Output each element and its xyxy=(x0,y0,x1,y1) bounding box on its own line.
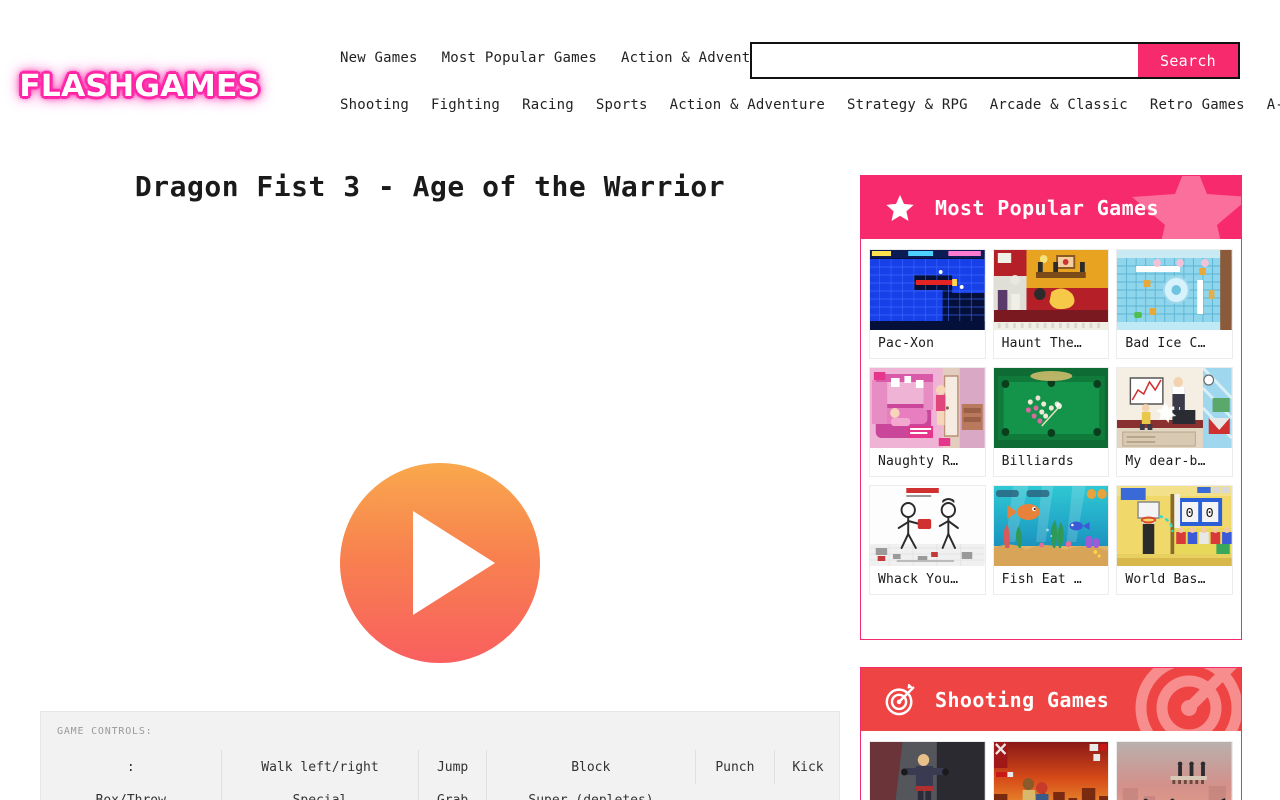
control-action: Block xyxy=(486,750,696,784)
main-navigation: Shooting Fighting Racing Sports Action &… xyxy=(340,97,1280,113)
control-action: Super (depletes) xyxy=(486,784,695,800)
game-card-label: Whack You… xyxy=(878,572,959,587)
nav-item-strategy-rpg[interactable]: Strategy & RPG xyxy=(847,97,968,113)
game-card-label: Haunt The… xyxy=(1001,336,1082,351)
control-action: Grab xyxy=(418,784,487,800)
game-card[interactable] xyxy=(1116,741,1233,800)
logo-text: FLASHGAMES xyxy=(19,68,261,104)
game-thumbnail-grid: Pac-Xon Haunt The… Bad Ice C… Naughty R…… xyxy=(861,239,1241,609)
nav-item-sports[interactable]: Sports xyxy=(596,97,648,113)
game-card[interactable]: Pac-Xon xyxy=(869,249,986,359)
game-controls-label: GAME CONTROLS: xyxy=(57,726,153,737)
svg-text:0: 0 xyxy=(1206,507,1214,522)
star-icon xyxy=(883,191,917,225)
game-card[interactable]: Haunt The… xyxy=(992,249,1110,359)
game-card-label: My dear-b… xyxy=(1125,454,1206,469)
control-action: Special xyxy=(221,784,420,800)
control-key: : xyxy=(41,750,222,784)
panel-most-popular-games: Most Popular Games Pac-Xon Haunt The… Ba… xyxy=(860,175,1242,640)
game-card[interactable]: Fish Eat … xyxy=(992,485,1110,595)
game-card-label: Billiards xyxy=(1001,454,1074,469)
search-button[interactable]: Search xyxy=(1138,44,1238,77)
game-controls-panel: GAME CONTROLS: : Walk left/right Jump Bl… xyxy=(40,711,840,800)
game-thumbnail-fish-eat-fish xyxy=(993,486,1109,566)
game-card[interactable]: Bad Ice C… xyxy=(1116,249,1233,359)
svg-text:0: 0 xyxy=(1186,507,1194,522)
panel-header: Most Popular Games xyxy=(861,176,1241,239)
game-thumbnail-pac-xon xyxy=(870,250,985,330)
site-logo[interactable]: FLASHGAMES xyxy=(20,63,261,109)
game-thumbnail-bad-ice-cream xyxy=(1117,250,1232,330)
game-controls-table: : Walk left/right Jump Block Punch Kick … xyxy=(41,750,839,800)
game-thumbnail-grid xyxy=(861,731,1241,800)
control-action: Walk left/right xyxy=(221,750,420,784)
search-input[interactable] xyxy=(752,44,1138,77)
nav-item-retro-games[interactable]: Retro Games xyxy=(1150,97,1245,113)
table-row: Box/Throw Special Grab Super (depletes) xyxy=(41,784,839,800)
table-row: : Walk left/right Jump Block Punch Kick xyxy=(41,750,839,784)
nav-item-fighting[interactable]: Fighting xyxy=(431,97,500,113)
nav-item-a-z[interactable]: A-Z xyxy=(1267,97,1280,113)
game-thumbnail-shooting-1 xyxy=(870,742,985,800)
sidebar: Most Popular Games Pac-Xon Haunt The… Ba… xyxy=(860,140,1280,800)
control-action: Kick xyxy=(792,760,824,775)
game-thumbnail-billiards xyxy=(993,368,1109,448)
game-card[interactable] xyxy=(992,741,1110,800)
nav-item-shooting[interactable]: Shooting xyxy=(340,97,409,113)
game-card[interactable] xyxy=(869,741,986,800)
control-action: Jump xyxy=(418,750,487,784)
game-thumbnail-world-basketball: 0 0 xyxy=(1117,486,1232,566)
control-key: Box/Throw xyxy=(41,784,222,800)
game-card-label: World Bas… xyxy=(1125,572,1206,587)
game-thumbnail-whack-your-boss xyxy=(870,486,985,566)
site-header: FLASHGAMES New Games Most Popular Games … xyxy=(0,0,1280,140)
game-card-label: Pac-Xon xyxy=(878,336,935,351)
nav-top-item-new-games[interactable]: New Games xyxy=(340,50,418,66)
game-card[interactable]: Naughty R… xyxy=(869,367,986,477)
game-card[interactable]: Billiards xyxy=(992,367,1110,477)
play-button[interactable] xyxy=(340,463,540,663)
game-thumbnail-shooting-3 xyxy=(1117,742,1232,800)
main-content: Dragon Fist 3 - Age of the Warrior Press… xyxy=(0,140,860,800)
game-thumbnail-haunt-the-house xyxy=(993,250,1109,330)
nav-item-arcade-classic[interactable]: Arcade & Classic xyxy=(990,97,1128,113)
search-bar: Search xyxy=(750,42,1240,79)
target-icon xyxy=(883,683,917,717)
game-card[interactable]: Whack You… xyxy=(869,485,986,595)
panel-title: Shooting Games xyxy=(935,687,1110,712)
nav-top-item-most-popular[interactable]: Most Popular Games xyxy=(442,50,597,66)
top-navigation: New Games Most Popular Games Action & Ad… xyxy=(340,50,776,66)
game-thumbnail-shooting-2 xyxy=(993,742,1109,800)
page-title: Dragon Fist 3 - Age of the Warrior xyxy=(134,170,726,203)
panel-shooting-games: Shooting Games xyxy=(860,667,1242,800)
nav-item-racing[interactable]: Racing xyxy=(522,97,574,113)
page-body: Dragon Fist 3 - Age of the Warrior Press… xyxy=(0,140,1280,800)
game-thumbnail-naughty-room xyxy=(870,368,985,448)
nav-item-action-adventure[interactable]: Action & Adventure xyxy=(670,97,825,113)
play-triangle-icon xyxy=(413,511,495,615)
panel-header: Shooting Games xyxy=(861,668,1241,731)
target-decoration-icon xyxy=(1135,668,1241,731)
game-card[interactable]: 0 0 World Bas… xyxy=(1116,485,1233,595)
game-card-label: Bad Ice C… xyxy=(1125,336,1206,351)
game-card-label: Naughty R… xyxy=(878,454,959,469)
game-thumbnail-my-dear-boss xyxy=(1117,368,1232,448)
panel-title: Most Popular Games xyxy=(935,195,1159,220)
game-card-label: Fish Eat … xyxy=(1001,572,1082,587)
game-card[interactable]: My dear-b… xyxy=(1116,367,1233,477)
control-action: Punch xyxy=(695,750,775,784)
